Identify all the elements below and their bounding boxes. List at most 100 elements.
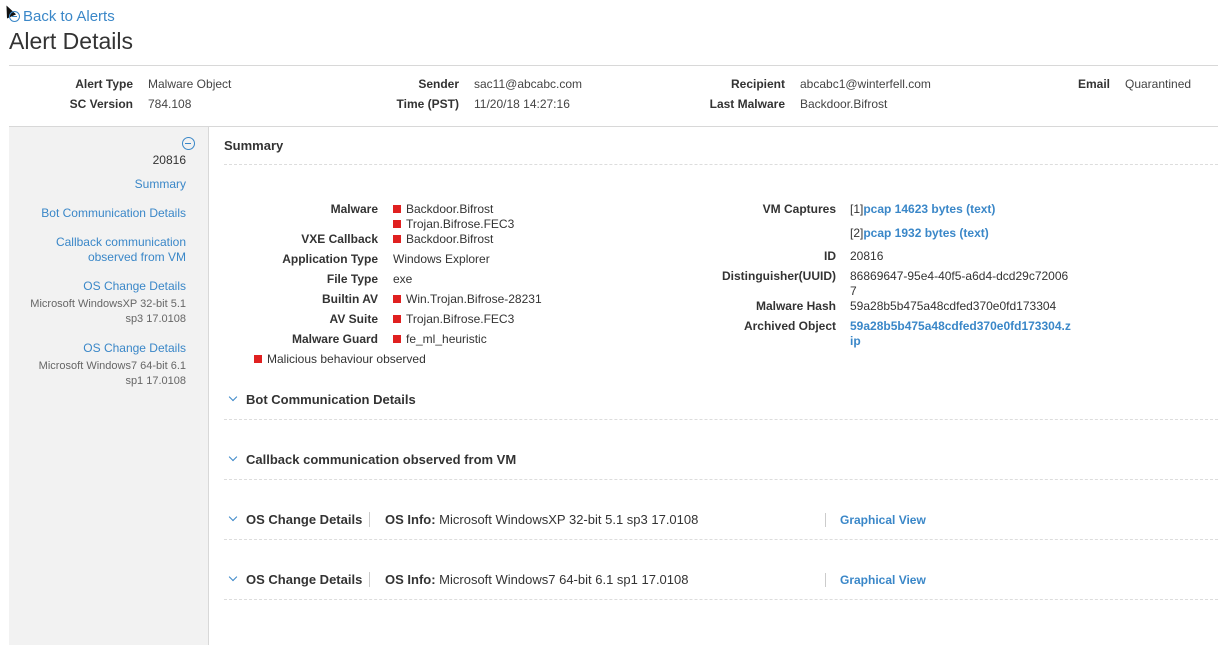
divider (224, 164, 1218, 165)
graphical-view-link-2[interactable]: Graphical View (825, 573, 926, 587)
divider (224, 599, 1218, 600)
collapse-sidebar-icon[interactable] (182, 137, 195, 150)
back-to-alerts-link[interactable]: Back to Alerts (9, 8, 115, 25)
meta-value: abcabc1@winterfell.com (800, 77, 931, 91)
chevron-down-icon (228, 452, 238, 461)
malware-value-text: Backdoor.Bifrost (406, 202, 494, 216)
builtin-av-label: Builtin AV (322, 292, 378, 306)
red-flag-icon (393, 315, 401, 323)
malicious-note: Malicious behaviour observed (254, 352, 426, 367)
sidebar-item-callback[interactable]: Callback communication observed from VM (36, 235, 186, 265)
os-change-toggle-2[interactable]: OS Change Details (228, 572, 363, 587)
vxe-label: VXE Callback (301, 232, 378, 246)
meta-key: SC Version (69, 97, 133, 111)
builtin-av-value-text: Win.Trojan.Bifrose-28231 (406, 292, 542, 306)
meta-key: Alert Type (75, 77, 133, 91)
av-suite-value-text: Trojan.Bifrose.FEC3 (406, 312, 515, 326)
sidebar-item-os-change-1[interactable]: OS Change Details (83, 279, 186, 294)
chevron-down-icon (228, 392, 238, 401)
malware-value-text: Trojan.Bifrose.FEC3 (406, 217, 515, 231)
meta-key: Sender (418, 77, 459, 91)
divider (224, 479, 1218, 480)
red-flag-icon (393, 205, 401, 213)
app-type-label: Application Type (282, 252, 378, 266)
page-title: Alert Details (9, 28, 133, 54)
sidebar-item-os-change-2[interactable]: OS Change Details (83, 341, 186, 356)
vxe-value-text: Backdoor.Bifrost (406, 232, 494, 246)
bot-communication-toggle[interactable]: Bot Communication Details (228, 392, 416, 407)
av-suite-value: Trojan.Bifrose.FEC3 (393, 312, 514, 327)
meta-value: Backdoor.Bifrost (800, 97, 888, 111)
archived-object-link[interactable]: 59a28b5b475a48cdfed370e0fd173304.z (850, 319, 1071, 334)
red-flag-icon (393, 335, 401, 343)
uuid-value-line-1: 86869647-95e4-40f5-a6d4-dcd29c72006 (850, 269, 1069, 283)
malware-hash-label: Malware Hash (755, 299, 836, 313)
os-info-value: Microsoft WindowsXP 32-bit 5.1 sp3 17.01… (439, 512, 699, 527)
os-info-label: OS Info: (385, 512, 436, 527)
meta-col-4: Email Quarantined (1030, 77, 1191, 97)
os-info-label: OS Info: (385, 572, 436, 587)
meta-key: Time (PST) (396, 97, 459, 111)
sidebar-item-bot-communication[interactable]: Bot Communication Details (41, 206, 186, 221)
os-change-title: OS Change Details (246, 572, 363, 587)
malware-value-1: Backdoor.Bifrost (393, 202, 493, 217)
malware-guard-label: Malware Guard (291, 332, 378, 346)
meta-value: Malware Object (148, 77, 232, 91)
id-value: 20816 (850, 249, 884, 263)
archived-object-link-cont[interactable]: ip (850, 334, 861, 349)
malware-hash-value: 59a28b5b475a48cdfed370e0fd173304 (850, 299, 1057, 313)
os-info-value: Microsoft Windows7 64-bit 6.1 sp1 17.010… (439, 572, 689, 587)
meta-col-2: Sender sac11@abcabc.com Time (PST) 11/20/1… (340, 77, 582, 117)
meta-value: sac11@abcabc.com (474, 77, 583, 91)
malware-value-2: Trojan.Bifrose.FEC3 (393, 217, 514, 232)
file-type-value: exe (393, 272, 413, 286)
graphical-view-link-1[interactable]: Graphical View (825, 513, 926, 527)
bot-communication-title: Bot Communication Details (246, 392, 416, 407)
os-info-1: OS Info: Microsoft WindowsXP 32-bit 5.1 … (369, 512, 698, 527)
meta-value: 11/20/18 14:27:16 (474, 97, 570, 111)
uuid-value-line-2: 7 (850, 284, 857, 298)
os-change-title: OS Change Details (246, 512, 363, 527)
vm-captures-label: VM Captures (762, 202, 836, 216)
sidebar-item-summary[interactable]: Summary (135, 177, 186, 192)
sidebar-os-note-2: Microsoft Windows7 64-bit 6.1 sp1 17.010… (38, 360, 186, 387)
chevron-down-icon (228, 572, 238, 581)
summary-title: Summary (224, 138, 284, 153)
chevron-down-icon (228, 512, 238, 521)
meta-key: Email (1077, 77, 1110, 91)
back-arrow-icon (9, 11, 20, 22)
builtin-av-value: Win.Trojan.Bifrose-28231 (393, 292, 542, 307)
callback-toggle[interactable]: Callback communication observed from VM (228, 452, 517, 467)
red-flag-icon (393, 295, 401, 303)
os-info-2: OS Info: Microsoft Windows7 64-bit 6.1 s… (369, 572, 688, 587)
meta-value: Quarantined (1125, 77, 1192, 91)
meta-key: Last Malware (709, 97, 785, 111)
vxe-value: Backdoor.Bifrost (393, 232, 493, 247)
sidebar: 20816 Summary Bot Communication Details … (9, 127, 209, 645)
sidebar-os-note-1: Microsoft WindowsXP 32-bit 5.1 sp3 17.01… (30, 298, 186, 325)
av-suite-label: AV Suite (329, 312, 378, 326)
meta-col-1: Alert Type Malware Object SC Version 784.1… (20, 77, 232, 117)
pcap-link-1[interactable]: pcap 14623 bytes (text) (863, 202, 995, 216)
app-type-value: Windows Explorer (393, 252, 490, 266)
pcap-link-2[interactable]: pcap 1932 bytes (text) (863, 226, 988, 240)
callback-title: Callback communication observed from VM (246, 452, 517, 467)
malware-guard-value: fe_ml_heuristic (393, 332, 487, 347)
vm-capture-prefix: [2] (850, 226, 864, 240)
vm-capture-prefix: [1] (850, 202, 864, 216)
vm-capture-2: [2]pcap 1932 bytes (text) (850, 226, 989, 241)
malware-label: Malware (330, 202, 378, 216)
os-change-toggle-1[interactable]: OS Change Details (228, 512, 363, 527)
back-to-alerts-label: Back to Alerts (23, 8, 115, 25)
malicious-note-text: Malicious behaviour observed (267, 352, 426, 366)
divider (224, 539, 1218, 540)
id-label: ID (824, 249, 836, 263)
divider (224, 419, 1218, 420)
red-flag-icon (393, 220, 401, 228)
divider (9, 65, 1218, 66)
file-type-label: File Type (326, 272, 378, 286)
sidebar-alert-id: 20816 (152, 153, 186, 167)
meta-value: 784.108 (148, 97, 192, 111)
uuid-label: Distinguisher(UUID) (722, 269, 836, 283)
red-flag-icon (254, 355, 262, 363)
